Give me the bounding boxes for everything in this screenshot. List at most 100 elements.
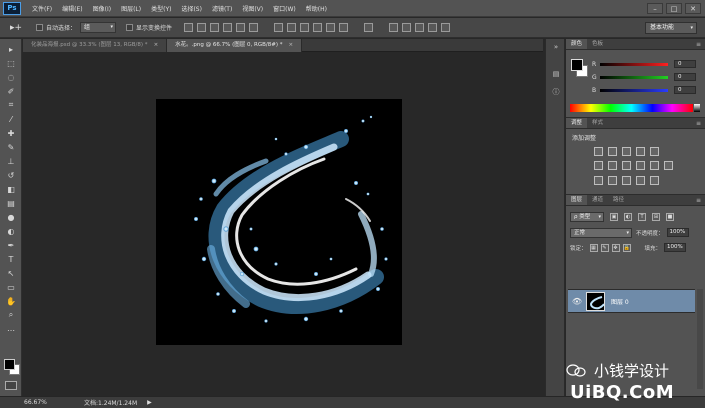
invert-icon[interactable] [594,176,603,185]
lock-position-icon[interactable]: ✥ [611,243,620,252]
lasso-tool-icon[interactable]: ◌ [4,72,18,82]
menu-view[interactable]: 视图(V) [237,4,268,13]
shape-tool-icon[interactable]: ▭ [4,282,18,292]
path-select-tool-icon[interactable]: ↖ [4,268,18,278]
align-bottom-icon[interactable] [210,23,220,32]
black-white-ramp[interactable] [694,104,700,112]
fill-field[interactable]: 100% [664,243,687,252]
tab-color[interactable]: 颜色 [566,39,588,49]
dodge-tool-icon[interactable]: ◐ [4,226,18,236]
photo-filter-icon[interactable] [636,161,645,170]
3d-pan-icon[interactable] [415,23,425,32]
auto-align-layers-icon[interactable] [364,23,374,32]
blue-slider-track[interactable] [600,88,668,92]
auto-select-checkbox[interactable] [36,24,43,31]
align-left-icon[interactable] [223,23,233,32]
move-tool-icon[interactable]: ▸ [4,44,18,54]
red-slider-track[interactable] [600,62,668,66]
curves-icon[interactable] [622,147,631,156]
foreground-color-swatch[interactable] [571,59,583,71]
show-transform-checkbox[interactable] [126,24,134,31]
zoom-level[interactable]: 66.67% [24,399,54,406]
quick-select-tool-icon[interactable]: ✐ [4,86,18,96]
properties-panel-icon[interactable]: ⓘ [551,87,561,97]
history-brush-tool-icon[interactable]: ↺ [4,170,18,180]
distribute-left-icon[interactable] [313,23,323,32]
type-tool-icon[interactable]: T [4,254,18,264]
color-spectrum-bar[interactable] [570,104,693,112]
gradient-tool-icon[interactable]: ▤ [4,198,18,208]
eraser-tool-icon[interactable]: ◧ [4,184,18,194]
tab-adjustments[interactable]: 调整 [566,118,588,128]
brightness-contrast-icon[interactable] [594,147,603,156]
gradient-map-icon[interactable] [650,176,659,185]
channel-mixer-icon[interactable] [650,161,659,170]
menu-help[interactable]: 帮助(H) [301,4,332,13]
3d-slide-icon[interactable] [428,23,438,32]
distribute-right-icon[interactable] [339,23,349,32]
menu-filter[interactable]: 滤镜(T) [207,4,237,13]
menu-layer[interactable]: 图层(L) [116,4,146,13]
blue-value-field[interactable]: 0 [674,86,696,94]
crop-tool-icon[interactable]: ⌗ [4,100,18,110]
posterize-icon[interactable] [608,176,617,185]
exposure-icon[interactable] [636,147,645,156]
eye-icon[interactable]: 👁 [571,297,583,306]
close-icon[interactable]: × [288,42,293,48]
canvas-workspace[interactable] [23,52,543,396]
align-hcenter-icon[interactable] [236,23,246,32]
color-lookup-icon[interactable] [664,161,673,170]
distribute-bottom-icon[interactable] [300,23,310,32]
menu-file[interactable]: 文件(F) [27,4,57,13]
tab-styles[interactable]: 样式 [587,118,608,128]
color-balance-icon[interactable] [608,161,617,170]
auto-select-option[interactable]: 自动选择： [36,23,76,32]
menu-window[interactable]: 窗口(W) [268,4,301,13]
quick-mask-icon[interactable] [5,381,17,390]
distribute-hcenter-icon[interactable] [326,23,336,32]
3d-rotate-icon[interactable] [389,23,399,32]
move-tool-preset-icon[interactable]: ▸+ [6,21,26,35]
tab-document-poster[interactable]: 化装品海报.psd @ 33.3% (图层 13, RGB/8) * × [23,39,168,52]
tab-paths[interactable]: 路径 [608,195,629,205]
minimize-button[interactable]: – [647,3,663,14]
menu-select[interactable]: 选择(S) [176,4,207,13]
distribute-vcenter-icon[interactable] [287,23,297,32]
distribute-top-icon[interactable] [274,23,284,32]
lock-pixels-icon[interactable]: ✎ [600,243,609,252]
selective-color-icon[interactable] [636,176,645,185]
close-icon[interactable]: × [154,42,159,48]
green-value-field[interactable]: 0 [674,73,696,81]
filter-smart-object-icon[interactable]: ■ [666,212,674,221]
layer-filter-dropdown[interactable]: ρ 类型 ▾ [570,211,604,222]
collapse-arrows-icon[interactable]: » [551,42,561,52]
hue-saturation-icon[interactable] [594,161,603,170]
brush-tool-icon[interactable]: ✎ [4,142,18,152]
lock-all-icon[interactable]: 🔒 [622,243,631,252]
align-top-icon[interactable] [184,23,194,32]
hand-tool-icon[interactable]: ✋ [4,296,18,306]
menu-image[interactable]: 图像(I) [88,4,116,13]
opacity-field[interactable]: 100% [666,228,689,237]
menu-edit[interactable]: 编辑(E) [57,4,87,13]
red-value-field[interactable]: 0 [674,60,696,68]
panel-menu-icon[interactable]: ≡ [696,195,701,206]
history-panel-icon[interactable]: ▤ [551,69,561,79]
3d-roll-icon[interactable] [402,23,412,32]
blur-tool-icon[interactable]: ● [4,212,18,222]
tab-swatches[interactable]: 色板 [587,39,608,49]
levels-icon[interactable] [608,147,617,156]
pen-tool-icon[interactable]: ✒ [4,240,18,250]
document-canvas[interactable] [156,99,402,345]
more-tools-icon[interactable]: ⋯ [4,325,18,335]
align-right-icon[interactable] [249,23,259,32]
tab-document-splash[interactable]: 水花。.png @ 66.7% (图层 0, RGB/8#) * × [167,39,303,52]
threshold-icon[interactable] [622,176,631,185]
close-button[interactable]: ✕ [685,3,701,14]
green-slider-track[interactable] [600,75,668,79]
workspace-dropdown[interactable]: 基本功能 ▾ [645,22,697,34]
panel-menu-icon[interactable]: ≡ [696,39,701,50]
3d-scale-icon[interactable] [441,23,451,32]
filter-shape-icon[interactable]: ⊞ [652,212,660,221]
maximize-button[interactable]: □ [666,3,682,14]
